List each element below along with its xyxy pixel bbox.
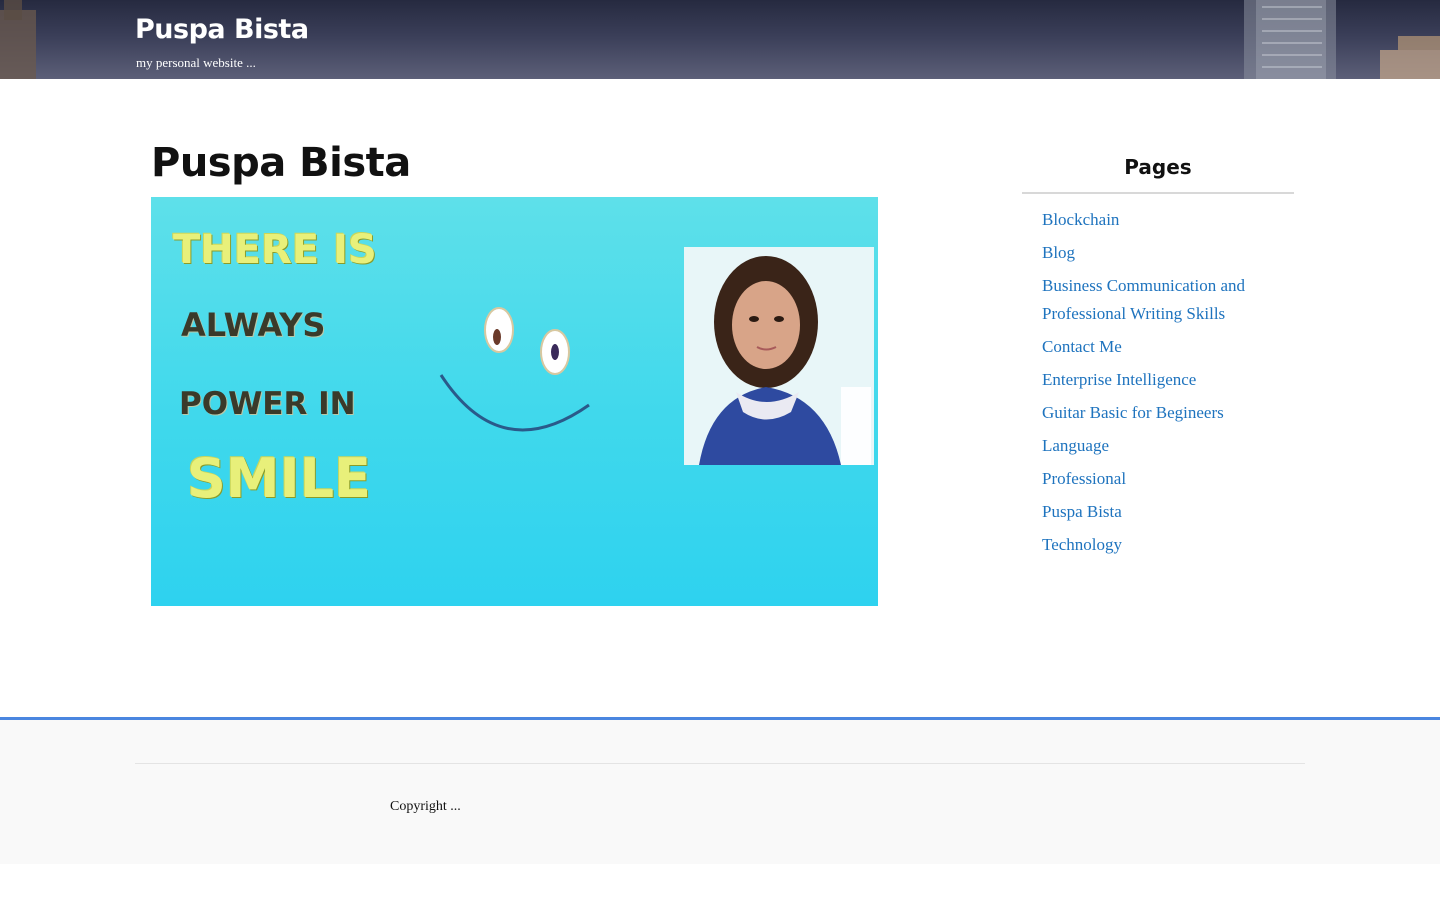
- list-item: Enterprise Intelligence: [1042, 366, 1292, 394]
- page-link-guitar-basic[interactable]: Guitar Basic for Begineers: [1042, 399, 1224, 427]
- page-link-puspa-bista[interactable]: Puspa Bista: [1042, 498, 1122, 526]
- list-item: Language: [1042, 432, 1292, 460]
- page-link-enterprise-intelligence[interactable]: Enterprise Intelligence: [1042, 366, 1196, 394]
- page-link-professional[interactable]: Professional: [1042, 465, 1126, 493]
- page-link-contact-me[interactable]: Contact Me: [1042, 333, 1122, 361]
- page-link-blog[interactable]: Blog: [1042, 239, 1075, 267]
- site-footer: Copyright ...: [0, 717, 1440, 864]
- page-link-business-communication[interactable]: Business Communication and Professional …: [1042, 272, 1292, 328]
- page-link-technology[interactable]: Technology: [1042, 531, 1122, 559]
- page-title: Puspa Bista: [151, 140, 411, 186]
- site-description: my personal website ...: [136, 55, 256, 70]
- page-link-blockchain[interactable]: Blockchain: [1042, 206, 1119, 234]
- featured-image: THERE IS ALWAYS POWER IN SMILE: [151, 197, 878, 606]
- page-link-language[interactable]: Language: [1042, 432, 1109, 460]
- list-item: Puspa Bista: [1042, 498, 1292, 526]
- featured-text-line-1: THERE IS: [173, 227, 377, 273]
- pages-list: Blockchain Blog Business Communication a…: [1042, 206, 1292, 564]
- list-item: Professional: [1042, 465, 1292, 493]
- widget-title-divider: [1022, 192, 1294, 194]
- featured-text-line-3: POWER IN: [179, 386, 356, 422]
- site-header: Puspa Bista my personal website ...: [0, 0, 1440, 79]
- list-item: Blog: [1042, 239, 1292, 267]
- pages-widget-title: Pages: [1124, 155, 1192, 179]
- list-item: Guitar Basic for Begineers: [1042, 399, 1292, 427]
- footer-divider: [135, 763, 1305, 764]
- list-item: Technology: [1042, 531, 1292, 559]
- copyright-text: Copyright ...: [390, 799, 461, 814]
- featured-text-line-4: SMILE: [187, 447, 372, 510]
- list-item: Blockchain: [1042, 206, 1292, 234]
- site-title[interactable]: Puspa Bista: [135, 14, 309, 45]
- featured-text-line-2: ALWAYS: [181, 306, 326, 344]
- list-item: Contact Me: [1042, 333, 1292, 361]
- list-item: Business Communication and Professional …: [1042, 272, 1292, 328]
